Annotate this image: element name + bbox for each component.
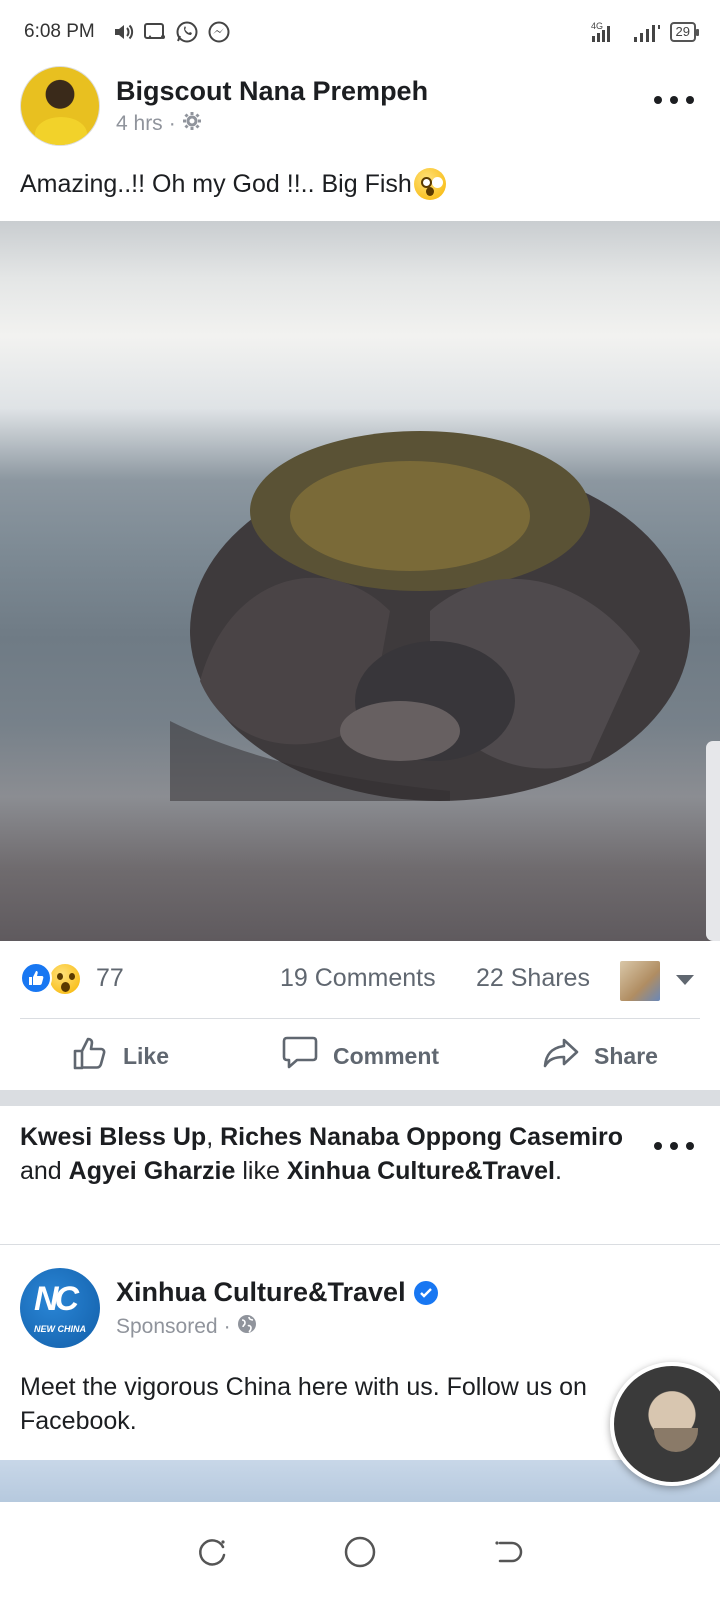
sponsored-label[interactable]: Sponsored	[116, 1315, 218, 1339]
screen-cast-icon	[143, 22, 167, 42]
thumbs-up-icon	[71, 1034, 109, 1078]
author-avatar[interactable]	[20, 66, 100, 146]
divider	[20, 1018, 700, 1019]
post-header: Bigscout Nana Prempeh 4 hrs ·	[0, 64, 720, 152]
meta-dot: ·	[223, 1315, 231, 1338]
post-actions: Like Comment Share	[0, 1020, 720, 1092]
sponsored-meta: Sponsored ·	[116, 1314, 257, 1340]
post-text: Amazing..!! Oh my God !!.. Big Fish	[20, 168, 446, 200]
home-button[interactable]	[340, 1532, 380, 1572]
dot	[686, 96, 694, 104]
whatsapp-icon	[175, 20, 199, 44]
recent-apps-button[interactable]	[193, 1532, 233, 1572]
dot	[654, 1142, 662, 1150]
dot	[670, 1142, 678, 1150]
page-name[interactable]: Xinhua Culture&Travel	[116, 1277, 438, 1308]
video-scroll-handle[interactable]	[706, 741, 720, 941]
ad-image[interactable]	[0, 1460, 720, 1502]
feed-separator	[0, 1090, 720, 1106]
reaction-icons[interactable]	[20, 962, 82, 996]
back-icon	[495, 1541, 522, 1563]
status-icons-right: 4G 29	[590, 20, 700, 44]
globe-icon	[237, 1314, 257, 1340]
page-logo[interactable]: NC NEW CHINA	[20, 1268, 100, 1348]
text-separator: ,	[206, 1123, 221, 1151]
battery-indicator: 29	[669, 22, 700, 42]
volume-icon	[113, 22, 135, 42]
dot	[670, 96, 678, 104]
divider	[0, 1244, 720, 1245]
home-icon	[344, 1536, 376, 1568]
like-button[interactable]: Like	[0, 1020, 240, 1092]
comment-icon	[281, 1034, 319, 1078]
status-bar: 6:08 PM 4G 29	[0, 0, 720, 64]
signal-4g-icon: 4G	[590, 20, 624, 44]
logo-label: NEW CHINA	[34, 1324, 86, 1334]
turtle-image	[170, 431, 690, 801]
signal-icon	[632, 20, 662, 44]
suggestion-options-button[interactable]	[654, 1134, 694, 1158]
gear-icon	[182, 111, 202, 137]
like-reaction-icon	[20, 962, 52, 994]
chevron-down-icon[interactable]	[676, 975, 694, 985]
post-meta: 4 hrs ·	[116, 111, 202, 137]
friend-link[interactable]: Kwesi Bless Up	[20, 1123, 206, 1151]
friend-link[interactable]: Riches Nanaba Oppong Casemiro	[220, 1123, 623, 1151]
reactions-summary[interactable]: 77 19 Comments 22 Shares	[0, 950, 720, 1010]
dot	[686, 1142, 694, 1150]
verified-badge-icon	[413, 1280, 438, 1305]
logo-mark: NC	[34, 1280, 79, 1318]
system-nav-bar	[0, 1504, 720, 1600]
page-link[interactable]: Xinhua Culture&Travel	[287, 1157, 555, 1185]
messenger-icon	[207, 20, 231, 44]
shares-count[interactable]: 22 Shares	[476, 964, 590, 993]
dot	[654, 96, 662, 104]
text-like: like	[235, 1157, 287, 1185]
astonished-face-icon	[413, 168, 446, 200]
share-icon	[542, 1034, 580, 1078]
svg-text:4G: 4G	[591, 21, 603, 31]
post-time[interactable]: 4 hrs	[116, 112, 163, 136]
back-button[interactable]	[487, 1532, 527, 1572]
recent-apps-icon	[199, 1539, 226, 1566]
comments-count[interactable]: 19 Comments	[280, 964, 436, 993]
text-and: and	[20, 1157, 69, 1185]
comment-button[interactable]: Comment	[240, 1020, 480, 1092]
wow-reaction-icon	[48, 962, 82, 996]
comment-label: Comment	[332, 1042, 440, 1069]
viewer-avatar[interactable]	[620, 961, 660, 1001]
status-time: 6:08 PM	[24, 21, 95, 42]
ad-text: Meet the vigorous China here with us. Fo…	[20, 1373, 587, 1435]
like-label: Like	[122, 1042, 170, 1069]
meta-dot: ·	[168, 112, 176, 135]
post-text-content: Amazing..!! Oh my God !!.. Big Fish	[20, 169, 412, 198]
friend-link[interactable]: Agyei Gharzie	[69, 1157, 236, 1185]
post-options-button[interactable]	[654, 88, 694, 112]
reaction-count[interactable]: 77	[96, 964, 124, 993]
text-end: .	[554, 1157, 562, 1185]
page-name-text: Xinhua Culture&Travel	[116, 1277, 406, 1307]
status-icons-left	[113, 20, 231, 44]
friends-like-text: Kwesi Bless Up, Riches Nanaba Oppong Cas…	[20, 1120, 640, 1188]
share-label: Share	[594, 1042, 658, 1069]
post-video[interactable]	[0, 221, 720, 941]
author-name[interactable]: Bigscout Nana Prempeh	[116, 76, 428, 107]
share-button[interactable]: Share	[480, 1020, 720, 1092]
